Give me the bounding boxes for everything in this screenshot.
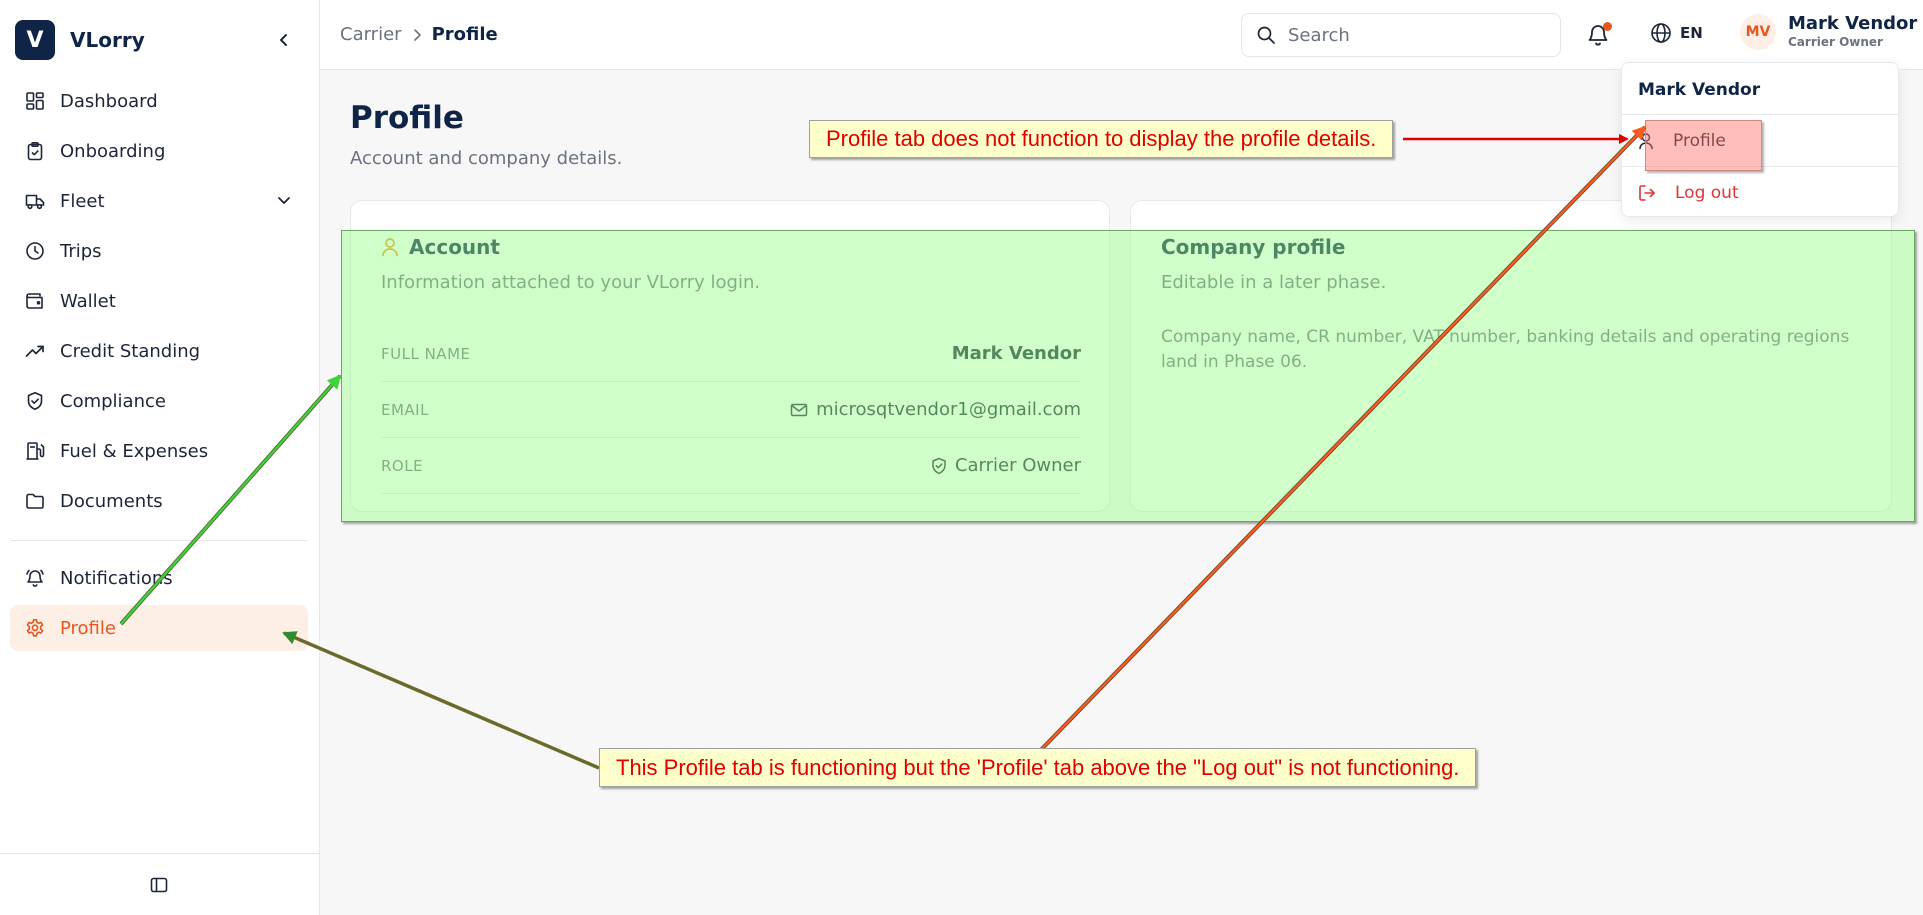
- sidebar-panel-icon: [150, 877, 168, 893]
- sidebar-divider: [10, 540, 308, 541]
- user-menu-header: Mark Vendor: [1638, 80, 1761, 100]
- sidebar-item-compliance[interactable]: Compliance: [10, 378, 308, 424]
- folder-icon: [26, 493, 44, 509]
- fuel-icon: [26, 442, 45, 460]
- sidebar-nav: Dashboard Onboarding Fleet Trips Wallet …: [10, 78, 308, 655]
- dashboard-icon: [26, 92, 44, 110]
- chevron-right-icon: [413, 28, 421, 41]
- user-menu-trigger[interactable]: MV Mark Vendor Carrier Owner: [1740, 14, 1917, 50]
- brand-logo: V: [15, 20, 55, 60]
- annotation-callout-bottom: This Profile tab is functioning but the …: [599, 748, 1477, 787]
- page-title: Profile: [350, 100, 464, 136]
- sidebar-item-onboarding[interactable]: Onboarding: [10, 128, 308, 174]
- panel-toggle-button[interactable]: [149, 875, 169, 895]
- annotation-green-highlight: [341, 230, 1915, 522]
- sidebar-item-trips[interactable]: Trips: [10, 228, 308, 274]
- sidebar-item-credit-standing[interactable]: Credit Standing: [10, 328, 308, 374]
- annotation-arrow-olive: [282, 631, 600, 770]
- sidebar-item-profile[interactable]: Profile: [10, 605, 308, 651]
- search-box[interactable]: [1241, 13, 1561, 57]
- search-input[interactable]: [1288, 24, 1538, 46]
- sidebar-item-notifications[interactable]: Notifications: [10, 555, 308, 601]
- sidebar-item-documents[interactable]: Documents: [10, 478, 308, 524]
- shield-check-icon: [27, 392, 43, 410]
- sidebar-item-label: Trips: [60, 240, 102, 262]
- clock-icon: [26, 242, 44, 260]
- sidebar-item-fuel-expenses[interactable]: Fuel & Expenses: [10, 428, 308, 474]
- chevron-down-icon[interactable]: [276, 192, 292, 208]
- sidebar-item-label: Dashboard: [60, 90, 158, 112]
- wallet-icon: [26, 293, 43, 309]
- collapse-sidebar-button[interactable]: [274, 30, 294, 50]
- user-menu-logout-label: Log out: [1675, 183, 1739, 203]
- breadcrumb-current: Profile: [431, 24, 498, 45]
- breadcrumb-parent-link[interactable]: Carrier: [340, 24, 402, 45]
- sidebar: V VLorry Dashboard Onboarding Fleet Trip…: [0, 0, 320, 915]
- sidebar-item-wallet[interactable]: Wallet: [10, 278, 308, 324]
- notification-dot: [1603, 22, 1612, 31]
- page-subtitle: Account and company details.: [350, 148, 623, 169]
- chevron-left-icon: [280, 34, 287, 46]
- clipboard-icon: [27, 141, 43, 161]
- sidebar-item-label: Notifications: [60, 567, 173, 589]
- sidebar-item-dashboard[interactable]: Dashboard: [10, 78, 308, 124]
- sidebar-item-fleet[interactable]: Fleet: [10, 178, 308, 224]
- sidebar-item-label: Credit Standing: [60, 340, 201, 362]
- sidebar-item-label: Compliance: [60, 390, 166, 412]
- user-menu-divider: [1622, 114, 1898, 115]
- search-icon: [1257, 26, 1275, 44]
- sidebar-item-label: Fleet: [60, 190, 105, 212]
- truck-icon: [25, 194, 45, 210]
- annotation-red-highlight: [1645, 120, 1762, 171]
- brand[interactable]: V VLorry: [15, 20, 145, 60]
- sidebar-item-label: Fuel & Expenses: [60, 440, 209, 462]
- gear-icon: [26, 619, 44, 637]
- annotation-callout-top: Profile tab does not function to display…: [809, 120, 1394, 158]
- globe-icon: [1651, 23, 1671, 43]
- user-menu-logout[interactable]: Log out: [1638, 175, 1739, 211]
- language-switcher[interactable]: EN: [1650, 22, 1703, 44]
- sidebar-item-label: Documents: [60, 490, 163, 512]
- sidebar-item-label: Profile: [60, 617, 116, 639]
- user-name: Mark Vendor: [1788, 13, 1918, 34]
- breadcrumb: Carrier Profile: [340, 24, 498, 45]
- sidebar-footer-divider: [0, 853, 320, 854]
- notifications-button[interactable]: [1586, 22, 1612, 48]
- bell-icon: [26, 569, 44, 587]
- trending-up-icon: [25, 345, 44, 357]
- language-label: EN: [1680, 24, 1703, 42]
- brand-name: VLorry: [70, 28, 145, 52]
- avatar: MV: [1740, 14, 1776, 50]
- logout-icon: [1639, 185, 1655, 201]
- user-role: Carrier Owner: [1788, 35, 1883, 49]
- sidebar-item-label: Onboarding: [60, 140, 166, 162]
- sidebar-item-label: Wallet: [60, 290, 116, 312]
- top-bar: Carrier Profile EN MV Mark Vendor Carrie…: [320, 0, 1923, 70]
